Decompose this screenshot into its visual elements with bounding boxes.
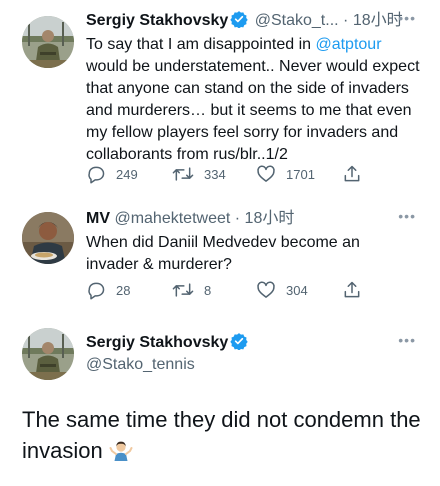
profile-handle-row: @Stako_tennis (86, 354, 440, 376)
profile-name-row: Sergiy Stakhovsky (86, 332, 440, 354)
more-icon[interactable]: ••• (398, 10, 416, 26)
tweet-2[interactable]: MV @mahektetweet · 18小时 ••• When did Dan… (0, 208, 440, 308)
avatar-photo (22, 212, 74, 264)
share-button[interactable] (342, 280, 372, 300)
retweet-icon (172, 283, 194, 297)
tweet-header: MV @mahektetweet · 18小时 (86, 208, 440, 230)
tweet-text-part: To say that I am disappointed in (86, 36, 316, 53)
avatar[interactable] (22, 212, 74, 264)
like-button[interactable]: 1701 (256, 164, 315, 184)
retweet-icon (172, 167, 194, 181)
like-count: 304 (286, 282, 308, 298)
more-icon[interactable]: ••• (398, 332, 416, 348)
heart-icon (257, 165, 275, 182)
caption-text: The same time they did not condemn the i… (22, 404, 432, 470)
mention-link[interactable]: @atptour (315, 36, 381, 53)
author-name[interactable]: MV (86, 210, 110, 227)
avatar[interactable] (22, 328, 74, 380)
reply-icon (88, 282, 105, 300)
tweet-text: To say that I am disappointed in @atptou… (86, 34, 426, 166)
author-handle[interactable]: @Stako_t... (255, 12, 339, 29)
reply-button[interactable]: 28 (86, 280, 130, 300)
avatar-photo (22, 328, 74, 380)
retweet-button[interactable]: 334 (172, 164, 226, 184)
caption: The same time they did not condemn the i… (22, 407, 421, 463)
retweet-button[interactable]: 8 (172, 280, 211, 300)
share-button[interactable] (342, 164, 372, 184)
like-count: 1701 (286, 166, 315, 182)
profile-card[interactable]: Sergiy Stakhovsky @Stako_tennis ••• (0, 322, 440, 386)
reply-count: 249 (116, 166, 138, 182)
more-icon[interactable]: ••• (398, 208, 416, 224)
tweet-timestamp[interactable]: · 18小时 (343, 12, 403, 29)
author-name[interactable]: Sergiy Stakhovsky (86, 12, 228, 29)
retweet-count: 334 (204, 166, 226, 182)
reply-icon (88, 166, 105, 184)
profile-handle[interactable]: @Stako_tennis (86, 356, 195, 373)
verified-badge-icon (230, 10, 248, 35)
person-shrugging-emoji (109, 438, 133, 470)
tweet-actions: 249 334 1701 (86, 164, 366, 188)
reply-button[interactable]: 249 (86, 164, 138, 184)
share-icon (344, 281, 360, 298)
avatar[interactable] (22, 16, 74, 68)
like-button[interactable]: 304 (256, 280, 308, 300)
avatar-photo (22, 16, 74, 68)
tweet-1[interactable]: Sergiy Stakhovsky @Stako_t... · 18小时 •••… (0, 10, 440, 200)
tweet-actions: 28 8 304 (86, 280, 366, 304)
share-icon (344, 165, 360, 182)
tweet-text: When did Daniil Medvedev become an invad… (86, 234, 360, 273)
author-handle[interactable]: @mahektetweet (114, 210, 230, 227)
profile-name[interactable]: Sergiy Stakhovsky (86, 334, 228, 351)
reply-count: 28 (116, 282, 131, 298)
retweet-count: 8 (204, 282, 212, 298)
heart-icon (257, 281, 275, 298)
tweet-timestamp[interactable]: · 18小时 (235, 210, 295, 227)
tweet-text-part: would be understatement.. Never would ex… (86, 58, 420, 163)
tweet-header: Sergiy Stakhovsky @Stako_t... · 18小时 (86, 10, 440, 32)
